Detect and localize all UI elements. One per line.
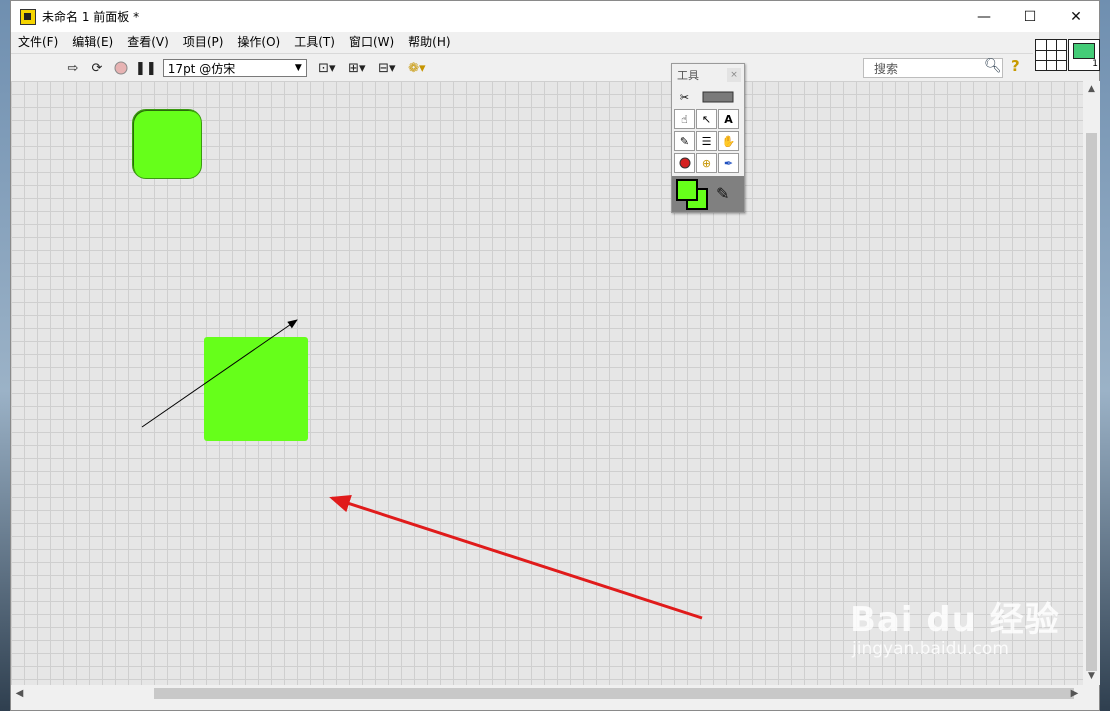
vertical-scrollbar[interactable]: ▲ ▼: [1083, 81, 1100, 685]
vi-icon-number: 1: [1092, 59, 1098, 69]
tools-palette-row-3: ✎ ☰ ✋: [672, 130, 744, 152]
tools-palette-row-2: ☝ ↖ A: [672, 108, 744, 130]
window-controls: — ☐ ✕: [961, 1, 1099, 32]
font-select-value: 17pt @仿宋: [167, 61, 236, 76]
rounded-box-decoration[interactable]: [132, 109, 202, 179]
chevron-down-icon: ▼: [294, 63, 302, 73]
run-arrow-icon[interactable]: ⇨: [63, 58, 83, 78]
search-placeholder: 搜索: [874, 61, 899, 76]
automatic-selection-toggle[interactable]: [696, 91, 740, 103]
menu-project[interactable]: 项目(P): [176, 32, 231, 53]
foreground-color-swatch[interactable]: [676, 179, 698, 201]
position-size-arrow-icon[interactable]: ↖: [696, 109, 717, 129]
horizontal-scrollbar[interactable]: ◀ ▶: [11, 685, 1083, 702]
paintbrush-icon: ✎: [716, 184, 730, 203]
get-color-dropper-icon[interactable]: ✒: [718, 153, 739, 173]
baidu-jingyan-watermark: Bai du 经验 jingyan.baidu.com: [850, 592, 1060, 659]
tools-palette-row-4: ⊕ ✒: [672, 152, 744, 174]
scroll-up-icon[interactable]: ▲: [1083, 81, 1100, 98]
watermark-brand: Bai du 经验: [850, 600, 1060, 640]
menu-tools[interactable]: 工具(T): [287, 32, 342, 53]
window-title: 未命名 1 前面板 *: [42, 10, 140, 24]
scroll-down-icon[interactable]: ▼: [1083, 668, 1100, 685]
breakpoint-icon[interactable]: [674, 153, 695, 173]
vi-icon[interactable]: 1: [1068, 39, 1100, 71]
abort-execution-icon[interactable]: [111, 58, 131, 78]
toolbar: ⇨ ⟳ ❚❚ 17pt @仿宋 ▼ ⊡▾ ⊞▾ ⊟▾ ❁▾ ▸ 搜索 🔍︎ ?: [11, 53, 1033, 83]
vi-icon-graphic: [1073, 43, 1095, 59]
set-color-tool[interactable]: ✎: [672, 176, 744, 212]
align-objects-icon[interactable]: ⊡▾: [317, 58, 337, 78]
pause-icon[interactable]: ❚❚: [135, 58, 157, 78]
scroll-right-icon[interactable]: ▶: [1066, 685, 1083, 702]
menu-file[interactable]: 文件(F): [11, 32, 65, 53]
menu-window[interactable]: 窗口(W): [342, 32, 401, 53]
help-icon[interactable]: ?: [1011, 57, 1020, 75]
close-button[interactable]: ✕: [1053, 1, 1099, 32]
automatic-tool-icon[interactable]: ✂: [674, 87, 695, 107]
connector-pane-icon[interactable]: [1035, 39, 1067, 71]
maximize-button[interactable]: ☐: [1007, 1, 1053, 32]
search-input[interactable]: 搜索: [863, 58, 1003, 78]
probe-icon[interactable]: ⊕: [696, 153, 717, 173]
minimize-button[interactable]: —: [961, 1, 1007, 32]
edit-text-icon[interactable]: A: [718, 109, 739, 129]
menu-bar: 文件(F) 编辑(E) 查看(V) 项目(P) 操作(O) 工具(T) 窗口(W…: [11, 32, 1099, 53]
tools-palette-title-bar[interactable]: 工具 ×: [672, 64, 744, 86]
operate-value-hand-icon[interactable]: ☝: [674, 109, 695, 129]
tools-palette[interactable]: 工具 × ✂ ☝ ↖ A ✎ ☰ ✋ ⊕ ✒ ✎: [671, 63, 745, 213]
tools-palette-close-button[interactable]: ×: [727, 68, 741, 82]
watermark-url: jingyan.baidu.com: [852, 639, 1009, 659]
vertical-scroll-thumb[interactable]: [1086, 133, 1097, 671]
tools-palette-row-1: ✂: [672, 86, 744, 108]
shortcut-menu-icon[interactable]: ☰: [696, 131, 717, 151]
resize-objects-icon[interactable]: ⊟▾: [377, 58, 397, 78]
run-continuously-icon[interactable]: ⟳: [87, 58, 107, 78]
labview-app-icon: [20, 8, 36, 25]
menu-edit[interactable]: 编辑(E): [65, 32, 120, 53]
font-select[interactable]: 17pt @仿宋 ▼: [162, 59, 307, 77]
menu-view[interactable]: 查看(V): [120, 32, 176, 53]
title-bar[interactable]: 未命名 1 前面板 * — ☐ ✕: [11, 1, 1099, 32]
square-box-decoration[interactable]: [204, 337, 308, 441]
scroll-window-hand-icon[interactable]: ✋: [718, 131, 739, 151]
search-icon[interactable]: 🔍︎: [984, 58, 1002, 74]
tools-palette-title: 工具: [677, 69, 699, 82]
menu-operate[interactable]: 操作(O): [230, 32, 287, 53]
menu-help[interactable]: 帮助(H): [401, 32, 457, 53]
scroll-left-icon[interactable]: ◀: [11, 685, 28, 702]
horizontal-scroll-thumb[interactable]: [154, 688, 1074, 699]
distribute-objects-icon[interactable]: ⊞▾: [347, 58, 367, 78]
connect-wire-icon[interactable]: ✎: [674, 131, 695, 151]
reorder-icon[interactable]: ❁▾: [407, 58, 427, 78]
